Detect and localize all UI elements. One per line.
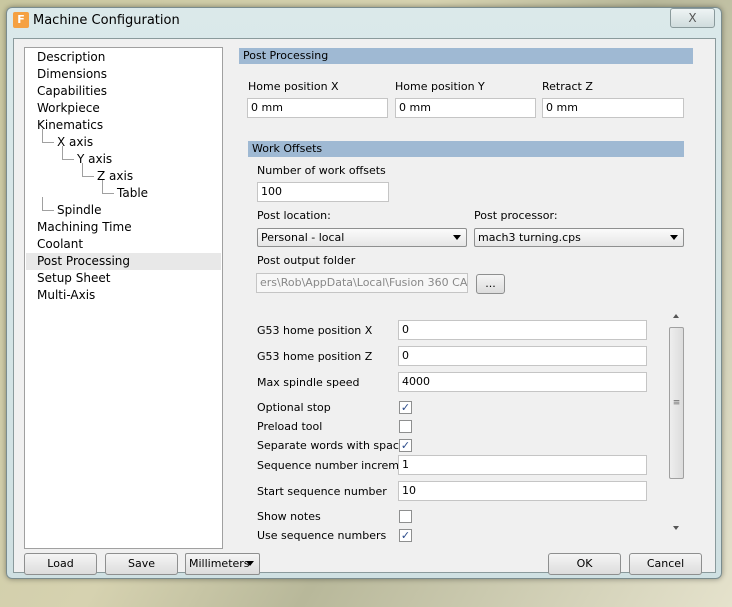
- property-label: Max spindle speed: [257, 376, 360, 389]
- tree-connector: [42, 197, 54, 211]
- tree-item[interactable]: Workpiece: [37, 100, 100, 117]
- tree-connector: [42, 129, 54, 143]
- property-input[interactable]: 4000: [398, 372, 647, 392]
- property-label: Separate words with space: [257, 439, 406, 452]
- property-checkbox[interactable]: [399, 510, 412, 523]
- browse-folder-button[interactable]: ...: [476, 274, 505, 294]
- retract-z-input[interactable]: 0 mm: [542, 98, 684, 118]
- units-value: Millimeters: [189, 557, 250, 570]
- scroll-up-icon[interactable]: [673, 314, 679, 318]
- tree-connector: [62, 146, 74, 160]
- scrollbar-thumb[interactable]: ≡: [669, 327, 684, 479]
- post-location-label: Post location:: [257, 209, 331, 222]
- tree-item[interactable]: Capabilities: [37, 83, 107, 100]
- property-input[interactable]: 1: [398, 455, 647, 475]
- home-x-input[interactable]: 0 mm: [247, 98, 388, 118]
- chevron-down-icon: [453, 235, 461, 240]
- property-label: Optional stop: [257, 401, 331, 414]
- property-label: Preload tool: [257, 420, 323, 433]
- post-output-folder-input[interactable]: ers\Rob\AppData\Local\Fusion 360 CAM\nc: [256, 273, 468, 293]
- home-y-label: Home position Y: [395, 80, 485, 93]
- post-processor-value: mach3 turning.cps: [478, 231, 581, 244]
- property-input[interactable]: 0: [398, 346, 647, 366]
- property-input[interactable]: 0: [398, 320, 647, 340]
- property-checkbox[interactable]: ✓: [399, 439, 412, 452]
- property-input[interactable]: 10: [398, 481, 647, 501]
- post-processing-header: Post Processing: [239, 48, 693, 64]
- tree-connector: [102, 180, 114, 194]
- post-processor-label: Post processor:: [474, 209, 558, 222]
- property-checkbox[interactable]: ✓: [399, 529, 412, 542]
- property-label: Sequence number increment: [257, 459, 418, 472]
- tree-item[interactable]: Dimensions: [37, 66, 107, 83]
- property-checkbox[interactable]: ✓: [399, 401, 412, 414]
- window-title: Machine Configuration: [33, 13, 180, 28]
- retract-z-label: Retract Z: [542, 80, 593, 93]
- property-label: Show notes: [257, 510, 321, 523]
- work-offsets-count-label: Number of work offsets: [257, 164, 386, 177]
- home-y-input[interactable]: 0 mm: [395, 98, 536, 118]
- tree-item[interactable]: Multi-Axis: [37, 287, 95, 304]
- post-processor-select[interactable]: mach3 turning.cps: [474, 228, 684, 247]
- tree-item[interactable]: Machining Time: [37, 219, 132, 236]
- tree-connector: [82, 163, 94, 177]
- tree-item[interactable]: Table: [117, 185, 148, 202]
- property-label: G53 home position X: [257, 324, 373, 337]
- tree-item[interactable]: Description: [37, 49, 105, 66]
- tree-item[interactable]: Post Processing: [26, 253, 221, 270]
- close-button[interactable]: X: [670, 8, 715, 28]
- tree-item[interactable]: Setup Sheet: [37, 270, 110, 287]
- config-tree[interactable]: Description Dimensions Capabilities Workpie…: [24, 47, 223, 549]
- property-label: Start sequence number: [257, 485, 387, 498]
- property-label: Use sequence numbers: [257, 529, 387, 542]
- post-location-value: Personal - local: [261, 231, 345, 244]
- cancel-button[interactable]: Cancel: [629, 553, 702, 575]
- work-offsets-count-input[interactable]: 100: [257, 182, 389, 202]
- chevron-down-icon: [670, 235, 678, 240]
- fusion-logo-icon: F: [13, 12, 29, 28]
- scroll-down-icon[interactable]: [673, 526, 679, 530]
- home-x-label: Home position X: [248, 80, 339, 93]
- work-offsets-header: Work Offsets: [248, 141, 684, 157]
- post-output-folder-label: Post output folder: [257, 254, 356, 267]
- load-button[interactable]: Load: [24, 553, 97, 575]
- tree-item[interactable]: Spindle: [57, 202, 102, 219]
- chevron-down-icon: [246, 561, 254, 566]
- property-checkbox[interactable]: [399, 420, 412, 433]
- ok-button[interactable]: OK: [548, 553, 621, 575]
- save-button[interactable]: Save: [105, 553, 178, 575]
- property-label: G53 home position Z: [257, 350, 373, 363]
- tree-item[interactable]: Coolant: [37, 236, 83, 253]
- units-select[interactable]: Millimeters: [185, 553, 260, 575]
- post-location-select[interactable]: Personal - local: [257, 228, 467, 247]
